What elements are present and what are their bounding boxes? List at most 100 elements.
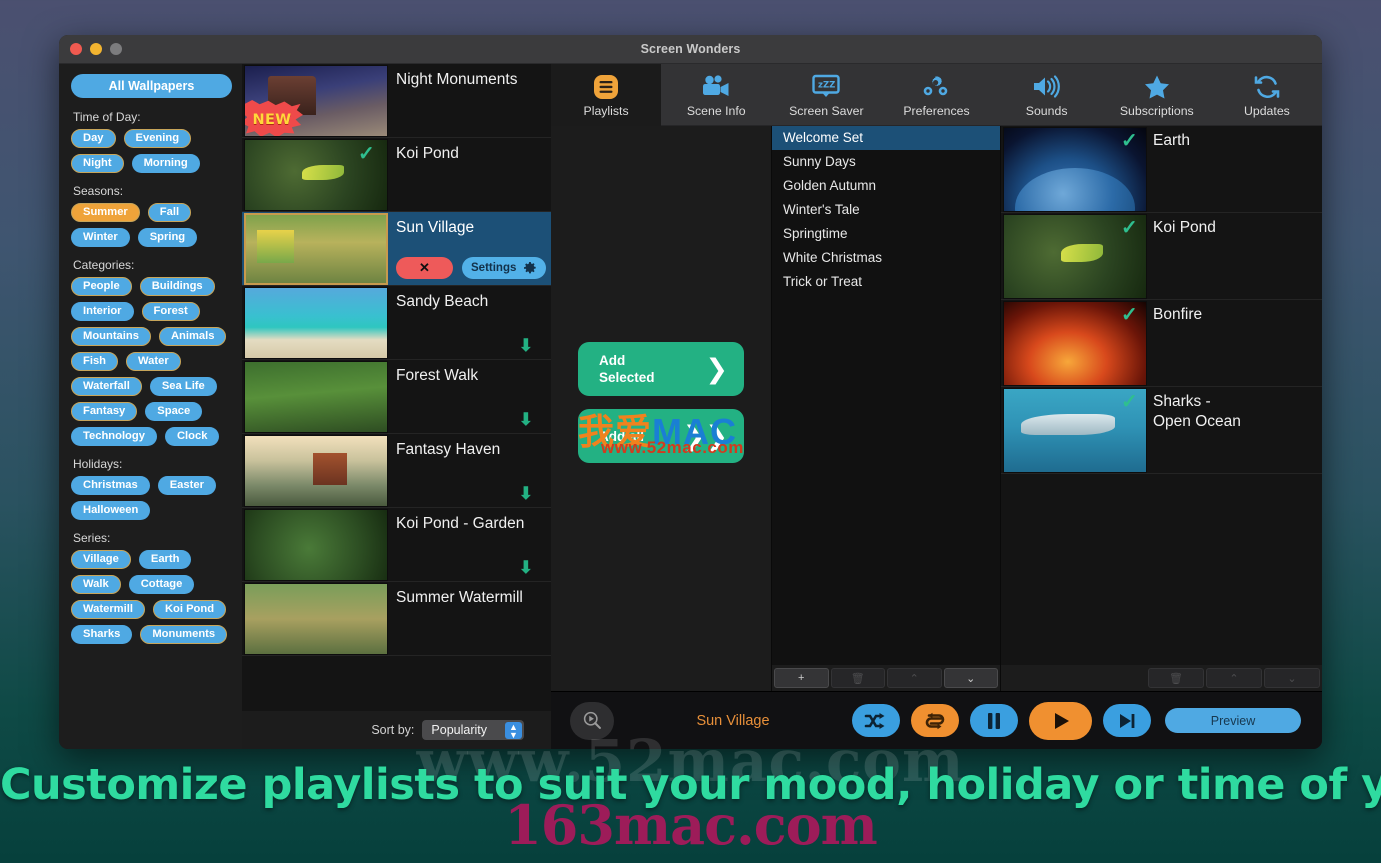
tab-subscriptions[interactable]: Subscriptions: [1102, 64, 1212, 126]
play-button[interactable]: [1029, 702, 1092, 740]
wallpaper-row[interactable]: Fantasy Haven⬇: [242, 434, 551, 508]
wallpaper-row[interactable]: Sandy Beach ⬇: [242, 286, 551, 360]
filter-tag-sea-life[interactable]: Sea Life: [150, 377, 217, 396]
playlist-item[interactable]: Springtime: [772, 222, 1000, 246]
transport-bar: Sun Village: [551, 691, 1322, 749]
wallpaper-thumbnail: NEW: [244, 65, 388, 137]
filter-tag-interior[interactable]: Interior: [71, 302, 134, 321]
filter-tag-night[interactable]: Night: [71, 154, 124, 173]
wallpaper-row[interactable]: Forest Walk⬇: [242, 360, 551, 434]
pause-button[interactable]: [970, 704, 1018, 737]
wallpaper-list[interactable]: NEWNight Monuments✓Koi PondSun Village✕S…: [242, 64, 551, 711]
filter-tag-easter[interactable]: Easter: [158, 476, 216, 495]
wallpaper-thumbnail: [244, 509, 388, 581]
filter-tag-animals[interactable]: Animals: [159, 327, 227, 346]
playlist-plus-button[interactable]: +: [774, 668, 829, 688]
filter-tag-technology[interactable]: Technology: [71, 427, 157, 446]
playlist-item[interactable]: Winter's Tale: [772, 198, 1000, 222]
wallpaper-name: Night Monuments: [396, 64, 551, 89]
filter-tag-row: Walk Cottage: [71, 575, 242, 594]
download-arrow-icon[interactable]: ⬇: [519, 485, 533, 502]
wallpaper-row[interactable]: Sun Village✕Settings: [242, 212, 551, 286]
playlist-list[interactable]: Welcome SetSunny DaysGolden AutumnWinter…: [772, 126, 1000, 665]
tab-scene-info[interactable]: Scene Info: [661, 64, 771, 126]
filter-tag-day[interactable]: Day: [71, 129, 116, 148]
playlist-item[interactable]: White Christmas: [772, 246, 1000, 270]
playlist-contents-list[interactable]: ✓Earth✓Koi Pond✓Bonfire✓Sharks - Open Oc…: [1001, 126, 1322, 665]
filter-tag-winter[interactable]: Winter: [71, 228, 130, 247]
wallpaper-row[interactable]: Summer Watermill: [242, 582, 551, 656]
filter-tag-earth[interactable]: Earth: [139, 550, 192, 569]
filter-tag-buildings[interactable]: Buildings: [140, 277, 215, 296]
wallpaper-thumbnail: [244, 213, 388, 285]
shuffle-button[interactable]: [852, 704, 900, 737]
filter-tag-watermill[interactable]: Watermill: [71, 600, 145, 619]
playlist-item[interactable]: Welcome Set: [772, 126, 1000, 150]
add-selected-button[interactable]: AddSelected ❯: [578, 342, 744, 396]
playlist-chevron-down-button[interactable]: ⌄: [944, 668, 999, 688]
filter-tag-waterfall[interactable]: Waterfall: [71, 377, 142, 396]
filter-tag-morning[interactable]: Morning: [132, 154, 200, 173]
filter-tag-spring[interactable]: Spring: [138, 228, 197, 247]
playlist-item[interactable]: Golden Autumn: [772, 174, 1000, 198]
gear-icon: [523, 261, 537, 275]
filter-tag-village[interactable]: Village: [71, 550, 131, 569]
magnifier-play-icon[interactable]: [570, 702, 614, 740]
filter-group-label: Seasons:: [73, 184, 242, 198]
all-wallpapers-button[interactable]: All Wallpapers: [71, 74, 232, 98]
filter-tag-space[interactable]: Space: [145, 402, 202, 421]
filter-tag-walk[interactable]: Walk: [71, 575, 121, 594]
tab-preferences[interactable]: Preferences: [881, 64, 991, 126]
filter-tag-mountains[interactable]: Mountains: [71, 327, 151, 346]
remove-wallpaper-button[interactable]: ✕: [396, 257, 453, 279]
add-all-label: Add all: [599, 428, 644, 445]
tab-updates[interactable]: Updates: [1212, 64, 1322, 126]
filter-tag-evening[interactable]: Evening: [124, 129, 192, 148]
add-all-button[interactable]: Add all ❯❯: [578, 409, 744, 463]
repeat-button[interactable]: [911, 704, 959, 737]
filter-tag-fantasy[interactable]: Fantasy: [71, 402, 137, 421]
filter-tag-summer[interactable]: Summer: [71, 203, 140, 222]
next-track-button[interactable]: [1103, 704, 1151, 737]
wallpaper-meta: Sandy Beach ⬇: [388, 286, 551, 360]
filter-tag-people[interactable]: People: [71, 277, 132, 296]
tab-label: Sounds: [1026, 104, 1068, 118]
tab-playlists[interactable]: Playlists: [551, 64, 661, 126]
wallpaper-name: Summer Watermill: [396, 582, 551, 607]
filter-group: Time of Day: Day EveningNight Morning: [71, 110, 242, 173]
playlist-content-row[interactable]: ✓Earth: [1001, 126, 1322, 213]
filter-tag-halloween[interactable]: Halloween: [71, 501, 150, 520]
filter-tag-fall[interactable]: Fall: [148, 203, 191, 222]
filter-tag-cottage[interactable]: Cottage: [129, 575, 195, 594]
tab-screen-saver[interactable]: zZZScreen Saver: [771, 64, 881, 126]
filter-tag-water[interactable]: Water: [126, 352, 181, 371]
wallpaper-name: Sandy Beach: [396, 286, 551, 311]
filter-tag-fish[interactable]: Fish: [71, 352, 118, 371]
wallpaper-row[interactable]: Koi Pond - Garden⬇: [242, 508, 551, 582]
filter-tag-christmas[interactable]: Christmas: [71, 476, 150, 495]
filter-tag-sharks[interactable]: Sharks: [71, 625, 132, 644]
download-arrow-icon[interactable]: ⬇: [519, 411, 533, 428]
filter-tag-monuments[interactable]: Monuments: [140, 625, 227, 644]
playlist-content-row[interactable]: ✓Koi Pond: [1001, 213, 1322, 300]
filter-group-label: Holidays:: [73, 457, 242, 471]
playlist-item[interactable]: Sunny Days: [772, 150, 1000, 174]
download-arrow-icon[interactable]: ⬇: [519, 559, 533, 576]
playlist-item[interactable]: Trick or Treat: [772, 270, 1000, 294]
checkmark-icon: ✓: [1121, 389, 1138, 414]
wallpaper-settings-button[interactable]: Settings: [462, 257, 546, 279]
wallpaper-row[interactable]: NEW Night Monuments: [242, 64, 551, 138]
download-arrow-icon[interactable]: ⬇: [519, 337, 533, 354]
preview-button[interactable]: Preview: [1165, 708, 1301, 733]
playlist-content-row[interactable]: ✓Bonfire: [1001, 300, 1322, 387]
sort-by-select[interactable]: Popularity ▲▼: [422, 720, 524, 740]
filter-tag-clock[interactable]: Clock: [165, 427, 219, 446]
playlist-content-row[interactable]: ✓Sharks - Open Ocean: [1001, 387, 1322, 474]
filter-group-label: Time of Day:: [73, 110, 242, 124]
filter-tag-koi-pond[interactable]: Koi Pond: [153, 600, 226, 619]
tab-sounds[interactable]: Sounds: [992, 64, 1102, 126]
filter-tag-forest[interactable]: Forest: [142, 302, 200, 321]
wallpaper-meta: Fantasy Haven⬇: [388, 434, 551, 508]
stepper-icon[interactable]: ▲▼: [505, 722, 522, 739]
wallpaper-row[interactable]: ✓Koi Pond: [242, 138, 551, 212]
